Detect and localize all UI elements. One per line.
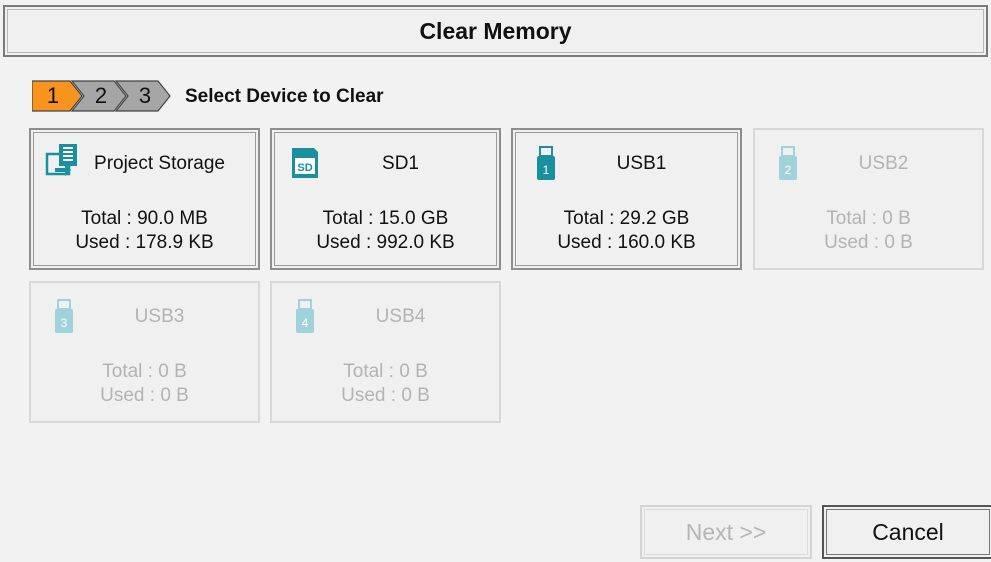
device-card-project-storage[interactable]: Project Storage Total : 90.0 MB Used : 1… xyxy=(29,128,260,270)
device-name: USB1 xyxy=(616,153,667,174)
device-card-usb1[interactable]: 1 USB1 Total : 29.2 GB Used : 160.0 KB xyxy=(511,128,742,270)
device-total: Total : 90.0 MB xyxy=(81,208,208,229)
device-name: USB3 xyxy=(134,306,185,327)
step-3-label: 3 xyxy=(138,83,152,108)
device-total: Total : 15.0 GB xyxy=(322,208,449,229)
step-2-label: 2 xyxy=(94,83,108,108)
usb-badge: 3 xyxy=(61,316,68,330)
device-total: Total : 0 B xyxy=(102,361,187,382)
project-storage-icon xyxy=(45,142,83,180)
usb-badge: 4 xyxy=(302,316,309,330)
device-used: Used : 0 B xyxy=(824,232,913,253)
usb-badge: 1 xyxy=(543,163,550,177)
device-name: SD1 xyxy=(382,153,419,174)
cancel-button[interactable]: Cancel xyxy=(822,505,991,559)
device-total: Total : 29.2 GB xyxy=(563,208,690,229)
device-card-sd1[interactable]: SD SD1 Total : 15.0 GB Used : 992.0 KB xyxy=(270,128,501,270)
device-name: Project Storage xyxy=(94,153,225,174)
device-used: Used : 178.9 KB xyxy=(75,232,214,253)
device-card-usb2: 2 USB2 Total : 0 B Used : 0 B xyxy=(753,128,984,270)
device-used: Used : 0 B xyxy=(100,385,189,406)
device-total: Total : 0 B xyxy=(826,208,911,229)
device-used: Used : 160.0 KB xyxy=(557,232,696,253)
svg-text:SD: SD xyxy=(297,162,312,174)
device-card-usb3: 3 USB3 Total : 0 B Used : 0 B xyxy=(29,281,260,423)
device-used: Used : 0 B xyxy=(341,385,430,406)
usb-badge: 2 xyxy=(785,163,792,177)
window-title: Clear Memory xyxy=(419,17,572,44)
device-total: Total : 0 B xyxy=(343,361,428,382)
step-title: Select Device to Clear xyxy=(185,86,384,107)
device-name: USB4 xyxy=(375,306,426,327)
step-1-label: 1 xyxy=(46,83,60,108)
device-card-usb4: 4 USB4 Total : 0 B Used : 0 B xyxy=(270,281,501,423)
device-name: USB2 xyxy=(858,153,909,174)
next-button[interactable]: Next >> xyxy=(640,505,812,559)
window-title-bar: Clear Memory xyxy=(3,5,988,57)
device-used: Used : 992.0 KB xyxy=(316,232,455,253)
